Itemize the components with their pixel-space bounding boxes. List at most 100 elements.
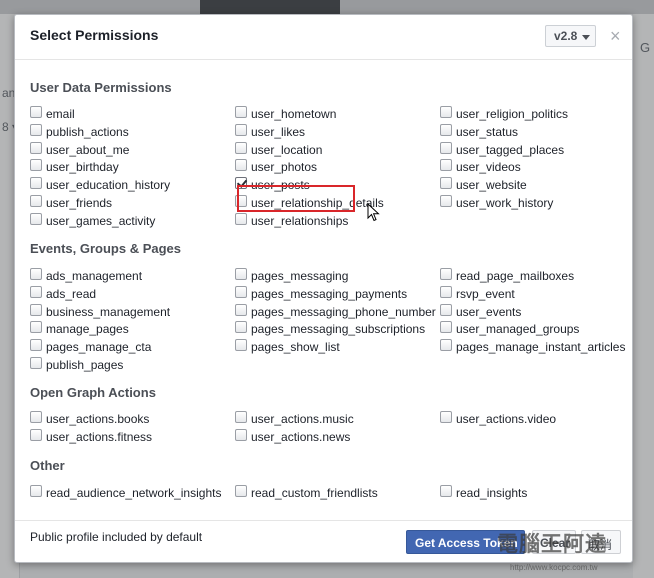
permission-label: user_birthday — [46, 160, 119, 174]
permission-label: pages_manage_cta — [46, 340, 152, 354]
version-label: v2.8 — [554, 29, 578, 43]
permission-label: publish_actions — [46, 125, 129, 139]
permission-checkbox[interactable] — [30, 142, 42, 154]
permission-label: pages_messaging — [251, 269, 349, 283]
permission-label: user_games_activity — [46, 214, 156, 228]
permission-checkbox[interactable] — [30, 106, 42, 118]
permission-checkbox[interactable] — [235, 124, 247, 136]
permission-checkbox[interactable] — [30, 321, 42, 333]
permission-checkbox[interactable] — [30, 268, 42, 280]
permission-label: user_actions.fitness — [46, 430, 153, 444]
permission-label: user_likes — [251, 125, 306, 139]
watermark-logo: 電腦王阿達 — [497, 533, 607, 556]
permission-label: user_relationships — [251, 214, 349, 228]
permission-checkbox[interactable] — [235, 304, 247, 316]
permission-checkbox[interactable] — [440, 177, 452, 189]
permission-checkbox[interactable] — [30, 339, 42, 351]
permission-label: user_website — [456, 178, 527, 192]
close-icon[interactable]: × — [610, 25, 621, 47]
permission-label: read_custom_friendlists — [251, 486, 378, 500]
permission-label: business_management — [46, 305, 171, 319]
permission-checkbox[interactable] — [30, 429, 42, 441]
permission-checkbox[interactable] — [235, 268, 247, 280]
permission-label: ads_management — [46, 269, 143, 283]
permission-checkbox[interactable] — [30, 195, 42, 207]
permission-checkbox[interactable] — [30, 304, 42, 316]
permission-checkbox[interactable] — [440, 304, 452, 316]
permission-checkbox[interactable] — [440, 268, 452, 280]
permission-checkbox[interactable] — [235, 286, 247, 298]
permission-checkbox[interactable] — [440, 142, 452, 154]
permission-checkbox[interactable] — [235, 213, 247, 225]
permission-checkbox[interactable] — [440, 159, 452, 171]
permission-label: publish_pages — [46, 358, 124, 372]
permission-label: user_videos — [456, 160, 521, 174]
permission-checkbox[interactable] — [440, 321, 452, 333]
permission-label: email — [46, 107, 75, 121]
permission-checkbox[interactable] — [440, 339, 452, 351]
permission-checkbox[interactable] — [235, 339, 247, 351]
footer-note: Public profile included by default — [30, 530, 203, 544]
section-title-events-groups-pages: Events, Groups & Pages — [30, 241, 181, 256]
permission-label: user_actions.music — [251, 412, 354, 426]
permission-label: user_events — [456, 305, 522, 319]
permission-label: user_hometown — [251, 107, 337, 121]
permission-label: user_actions.books — [46, 412, 150, 426]
permission-label: user_friends — [46, 196, 113, 210]
permission-label: user_education_history — [46, 178, 171, 192]
permission-checkbox[interactable] — [440, 411, 452, 423]
permission-label: pages_show_list — [251, 340, 340, 354]
permission-checkbox[interactable] — [30, 485, 42, 497]
permission-label: pages_messaging_subscriptions — [251, 322, 426, 336]
permission-label: pages_messaging_phone_number — [251, 305, 436, 319]
permission-checkbox[interactable] — [235, 106, 247, 118]
permission-label: user_photos — [251, 160, 318, 174]
permission-label: user_location — [251, 143, 323, 157]
dialog-title: Select Permissions — [30, 27, 159, 43]
permission-label: pages_messaging_payments — [251, 287, 408, 301]
permission-label: user_religion_politics — [456, 107, 569, 121]
permission-label: pages_manage_instant_articles — [456, 340, 626, 354]
permission-label: ads_read — [46, 287, 97, 301]
permission-label: manage_pages — [46, 322, 129, 336]
section-title-open-graph-actions: Open Graph Actions — [30, 385, 156, 400]
permission-checkbox[interactable] — [235, 429, 247, 441]
version-select[interactable]: v2.8 — [545, 25, 596, 47]
permission-checkbox[interactable] — [440, 485, 452, 497]
permission-checkbox[interactable] — [440, 124, 452, 136]
select-permissions-dialog: Select Permissions v2.8 × User Data Perm… — [14, 14, 633, 563]
permission-checkbox[interactable] — [235, 321, 247, 333]
permission-checkbox[interactable] — [30, 286, 42, 298]
permission-label: user_work_history — [456, 196, 554, 210]
dialog-header: Select Permissions v2.8 × — [15, 15, 632, 60]
permission-checkbox[interactable] — [30, 411, 42, 423]
permission-checkbox[interactable] — [440, 195, 452, 207]
watermark-url: http://www.kocpc.com.tw — [510, 563, 598, 572]
permission-checkbox[interactable] — [235, 159, 247, 171]
chevron-down-icon — [582, 35, 590, 40]
permission-checkbox[interactable] — [235, 411, 247, 423]
permission-checkbox[interactable] — [30, 177, 42, 189]
permission-checkbox[interactable] — [30, 159, 42, 171]
permission-checkbox[interactable] — [235, 142, 247, 154]
permission-label: user_status — [456, 125, 519, 139]
permission-label: read_audience_network_insights — [46, 486, 222, 500]
permission-label: rsvp_event — [456, 287, 515, 301]
permission-checkbox[interactable] — [30, 357, 42, 369]
mouse-cursor-icon — [367, 203, 380, 222]
section-title-other: Other — [30, 458, 65, 473]
permission-label: user_managed_groups — [456, 322, 580, 336]
highlight-box — [237, 185, 355, 212]
permission-label: user_actions.news — [251, 430, 351, 444]
permission-label: read_insights — [456, 486, 528, 500]
permission-checkbox[interactable] — [30, 124, 42, 136]
section-title-user-data: User Data Permissions — [30, 80, 172, 95]
permission-checkbox[interactable] — [30, 213, 42, 225]
permission-checkbox[interactable] — [235, 485, 247, 497]
permission-label: user_about_me — [46, 143, 130, 157]
permission-checkbox[interactable] — [440, 286, 452, 298]
permission-label: user_actions.video — [456, 412, 557, 426]
permission-checkbox[interactable] — [440, 106, 452, 118]
permission-label: read_page_mailboxes — [456, 269, 575, 283]
permission-label: user_tagged_places — [456, 143, 565, 157]
